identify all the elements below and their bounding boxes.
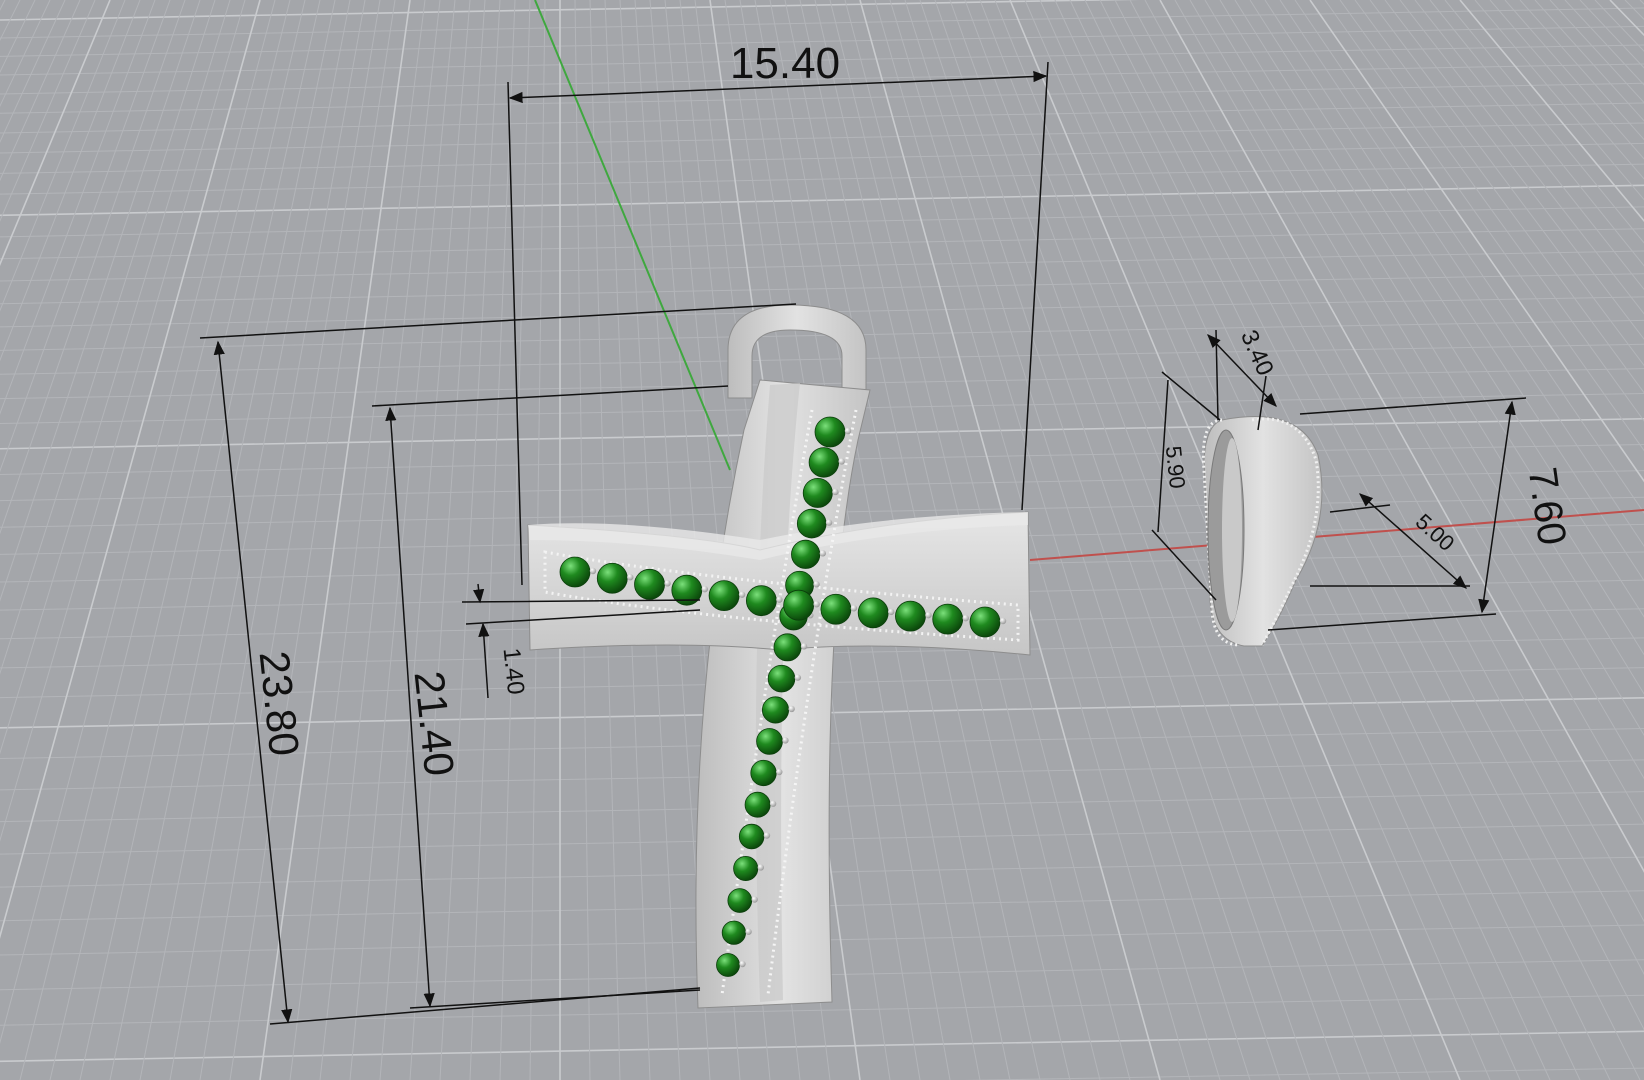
metal-bead — [819, 550, 827, 557]
metal-bead — [813, 581, 820, 588]
metal-bead — [832, 488, 839, 496]
green-stone — [559, 556, 591, 588]
green-stone — [716, 953, 740, 977]
green-stone — [708, 580, 740, 612]
green-stone — [820, 593, 852, 625]
green-stone — [750, 759, 777, 787]
metal-bead — [850, 605, 858, 612]
metal-bead — [701, 585, 709, 593]
metal-bead — [739, 960, 746, 968]
metal-bead — [838, 458, 845, 465]
metal-bead — [751, 896, 758, 903]
green-stone — [761, 696, 790, 724]
metal-bead — [925, 611, 932, 619]
green-stone — [895, 600, 926, 632]
dim-label-cross-width[interactable]: 15.40 — [730, 39, 840, 88]
green-stone — [791, 539, 821, 569]
metal-bead — [738, 591, 746, 598]
metal-bead — [813, 601, 820, 608]
green-stone — [738, 823, 765, 850]
green-stone — [808, 447, 840, 478]
bail-opening-inner — [1222, 438, 1242, 622]
viewport-canvas[interactable]: 15.40 23.80 21.40 1.40 3.40 5.90 7.60 5.… — [0, 0, 1644, 1080]
3d-viewport[interactable]: 15.40 23.80 21.40 1.40 3.40 5.90 7.60 5.… — [0, 0, 1644, 1080]
green-stone — [783, 589, 815, 621]
metal-bead — [763, 832, 771, 839]
green-stone — [634, 568, 665, 600]
dim-label-cross-thickness[interactable]: 1.40 — [498, 647, 530, 696]
metal-bead — [769, 800, 777, 807]
metal-bead — [782, 737, 789, 744]
green-stone — [814, 416, 846, 448]
metal-bead — [776, 596, 783, 603]
green-stone — [756, 728, 783, 755]
dim-label-bail-height-inner[interactable]: 5.90 — [1161, 445, 1190, 490]
green-stone — [802, 477, 833, 508]
metal-bead — [825, 519, 833, 526]
green-stone — [596, 562, 628, 594]
green-stone — [796, 508, 827, 539]
green-stone — [857, 597, 889, 629]
green-stone — [745, 585, 777, 617]
green-stone — [969, 606, 1001, 638]
metal-bead — [745, 928, 752, 935]
green-stone — [733, 855, 759, 881]
green-stone — [744, 791, 771, 818]
metal-bead — [794, 674, 802, 681]
metal-bead — [627, 574, 634, 581]
green-stone — [721, 920, 746, 945]
metal-bead — [776, 768, 783, 776]
metal-bead — [589, 567, 597, 575]
metal-bead — [788, 705, 795, 713]
metal-bead — [999, 617, 1007, 625]
metal-bead — [887, 608, 895, 616]
metal-bead — [800, 643, 808, 650]
metal-bead — [664, 580, 671, 587]
metal-bead — [844, 427, 852, 435]
green-stone — [727, 888, 753, 913]
metal-bead — [962, 614, 969, 622]
green-stone — [773, 633, 802, 662]
metal-bead — [757, 864, 765, 871]
green-stone — [767, 664, 796, 693]
green-stone — [932, 603, 964, 635]
